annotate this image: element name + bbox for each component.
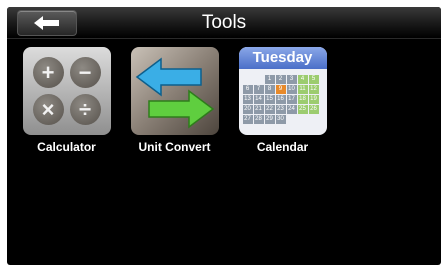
- calendar-day-cell: 17: [286, 95, 297, 104]
- app-label: Calculator: [37, 140, 96, 154]
- calendar-day-cell: 5: [308, 75, 319, 84]
- calendar-day-cell: 4: [297, 75, 308, 84]
- calendar-day-cell: 13: [242, 95, 253, 104]
- calendar-day-cell: 18: [297, 95, 308, 104]
- calendar-day-cell: 15: [264, 95, 275, 104]
- multiply-icon: ×: [32, 94, 64, 125]
- minus-icon: −: [69, 57, 101, 88]
- calendar-day-cell: 19: [308, 95, 319, 104]
- calendar-icon[interactable]: Tuesday 1 2 3 4 5 6 7 8 9 10 11 12 13 14 15 16 17 18 19 20 2…: [238, 47, 327, 135]
- calendar-day-cell: 27: [242, 115, 253, 124]
- title-bar: Tools: [7, 7, 441, 39]
- calendar-day-cell: 12: [308, 85, 319, 94]
- calendar-day-cell: [243, 75, 253, 84]
- calendar-day-cell: 30: [275, 115, 286, 124]
- calendar-day-cell: 6: [242, 85, 253, 94]
- calendar-day-cell: 24: [286, 105, 297, 114]
- calendar-day-cell: 21: [253, 105, 264, 114]
- calendar-day-cell: 23: [275, 105, 286, 114]
- calendar-day-cell: 28: [253, 115, 264, 124]
- calendar-day-cell: [287, 115, 297, 124]
- calendar-day-cell: [254, 75, 264, 84]
- app-label: Calendar: [256, 140, 309, 154]
- calendar-day-cell: 11: [297, 85, 308, 94]
- convert-arrows-icon: [135, 57, 214, 129]
- calendar-day-cell: 22: [264, 105, 275, 114]
- plus-icon: +: [32, 57, 64, 88]
- unit-convert-icon[interactable]: [130, 47, 219, 135]
- calendar-day-cell: 1: [264, 75, 275, 84]
- calendar-day-cell: [298, 115, 308, 124]
- calendar-day-cell: 2: [275, 75, 286, 84]
- calendar-day-cell: 3: [286, 75, 297, 84]
- calendar-day-cell: 16: [275, 95, 286, 104]
- calendar-day-cell: 8: [264, 85, 275, 94]
- app-calendar[interactable]: Tuesday 1 2 3 4 5 6 7 8 9 10 11 12 13 14 15 16 17 18 19 20 2…: [235, 47, 330, 154]
- calendar-day-cell: 29: [264, 115, 275, 124]
- calendar-day-cell: 20: [242, 105, 253, 114]
- calendar-day-cell: 10: [286, 85, 297, 94]
- app-label: Unit Convert: [138, 140, 211, 154]
- calendar-day-cell: 25: [297, 105, 308, 114]
- page-title: Tools: [201, 12, 247, 33]
- calendar-day-cell: [309, 115, 319, 124]
- divide-icon: ÷: [69, 94, 101, 125]
- calendar-day-name: Tuesday: [238, 47, 327, 69]
- app-unit-convert[interactable]: Unit Convert: [127, 47, 222, 154]
- calendar-day-cell: 26: [308, 105, 319, 114]
- calendar-day-cell: 7: [253, 85, 264, 94]
- app-calculator[interactable]: + − × ÷ Calculator: [19, 47, 114, 154]
- calendar-day-cell: 9: [275, 85, 286, 94]
- calendar-grid: 1 2 3 4 5 6 7 8 9 10 11 12 13 14 15 16 17 18 19 20 21 22 23 24 2…: [242, 75, 319, 124]
- calendar-day-cell: 14: [253, 95, 264, 104]
- calculator-icon[interactable]: + − × ÷: [22, 47, 111, 135]
- screen: Tools + − × ÷ Calculator Unit Convert Tu…: [7, 7, 441, 265]
